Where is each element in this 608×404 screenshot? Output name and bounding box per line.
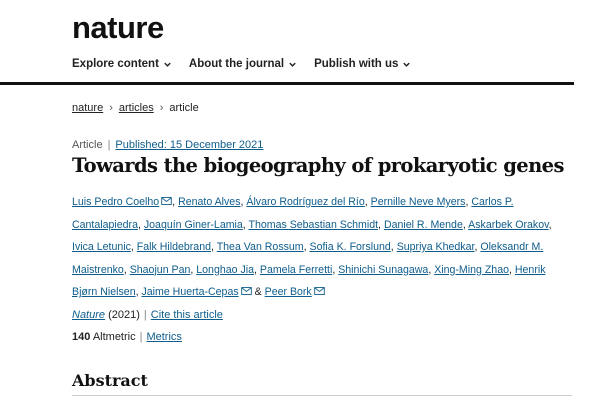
breadcrumb: nature › articles › article bbox=[72, 102, 199, 114]
published-date-link[interactable]: Published: 15 December 2021 bbox=[115, 139, 263, 151]
abstract-heading: Abstract bbox=[72, 371, 148, 390]
author-link[interactable]: Thomas Sebastian Schmidt bbox=[249, 219, 379, 231]
altmetric-count: 140 bbox=[72, 331, 91, 343]
nav-label: About the journal bbox=[188, 58, 285, 70]
email-icon[interactable] bbox=[313, 287, 325, 295]
article-meta: Article | Published: 15 December 2021 bbox=[72, 139, 264, 151]
chevron-down-icon bbox=[164, 62, 171, 67]
email-icon[interactable] bbox=[161, 197, 172, 205]
author-link[interactable]: Askarbek Orakov bbox=[468, 219, 548, 231]
nav-explore-content[interactable]: Explore content bbox=[72, 58, 172, 70]
author-link[interactable]: Ivica Letunic bbox=[72, 241, 131, 253]
author-link[interactable]: Shinichi Sunagawa bbox=[338, 264, 428, 276]
cite-article-link[interactable]: Cite this article bbox=[151, 309, 223, 321]
main-nav: Explore content About the journal Publis… bbox=[72, 58, 428, 70]
author-link[interactable]: Jaime Huerta-Cepas bbox=[141, 286, 238, 298]
author-link[interactable]: Renato Alves bbox=[178, 196, 240, 208]
journal-year: (2021) bbox=[108, 309, 140, 321]
article-type: Article bbox=[72, 139, 103, 151]
chevron-down-icon bbox=[403, 62, 411, 67]
author-link[interactable]: Pamela Ferretti bbox=[260, 264, 332, 276]
author-list: Luis Pedro Coelho, Renato Alves, Álvaro … bbox=[72, 196, 552, 298]
article-title: Towards the biogeography of prokaryotic … bbox=[72, 154, 564, 177]
breadcrumb-nature[interactable]: nature bbox=[72, 102, 103, 114]
author-link[interactable]: Shaojun Pan bbox=[130, 264, 191, 276]
nav-label: Publish with us bbox=[314, 58, 399, 70]
nature-logo[interactable]: nature bbox=[72, 12, 164, 43]
altmetric-label: Altmetric bbox=[92, 331, 136, 343]
author-joiner: & bbox=[254, 286, 262, 298]
abstract-divider bbox=[72, 395, 572, 396]
author-link[interactable]: Xing-Ming Zhao bbox=[434, 264, 509, 276]
author-link[interactable]: Luis Pedro Coelho bbox=[72, 196, 159, 208]
chevron-right-icon: › bbox=[159, 102, 164, 114]
chevron-right-icon: › bbox=[109, 102, 113, 114]
nav-about-journal[interactable]: About the journal bbox=[189, 58, 297, 70]
author-link[interactable]: Sofia K. Forslund bbox=[310, 241, 391, 253]
author-link[interactable]: Falk Hildebrand bbox=[137, 241, 211, 253]
nav-label: Explore content bbox=[72, 58, 159, 70]
metrics-line: 140 Altmetric | Metrics bbox=[72, 331, 182, 343]
author-link[interactable]: Peer Bork bbox=[265, 286, 312, 298]
author-link[interactable]: Supriya Khedkar bbox=[397, 241, 475, 253]
header-rule bbox=[0, 82, 574, 85]
author-link[interactable]: Thea Van Rossum bbox=[217, 241, 304, 253]
email-icon[interactable] bbox=[240, 287, 252, 295]
author-link[interactable]: Pernille Neve Myers bbox=[371, 196, 466, 208]
breadcrumb-articles[interactable]: articles bbox=[119, 102, 154, 114]
journal-line: Nature (2021) | Cite this article bbox=[72, 309, 223, 321]
breadcrumb-current: article bbox=[169, 102, 199, 114]
author-link[interactable]: Longhao Jia bbox=[196, 264, 254, 276]
author-link[interactable]: Joaquín Giner-Lamia bbox=[144, 219, 243, 231]
author-link[interactable]: Álvaro Rodríguez del Río bbox=[246, 196, 364, 208]
metrics-link[interactable]: Metrics bbox=[146, 331, 181, 343]
journal-link[interactable]: Nature bbox=[72, 309, 105, 321]
chevron-down-icon bbox=[289, 62, 296, 67]
author-link[interactable]: Daniel R. Mende bbox=[384, 219, 463, 231]
nav-publish-with-us[interactable]: Publish with us bbox=[314, 58, 411, 70]
